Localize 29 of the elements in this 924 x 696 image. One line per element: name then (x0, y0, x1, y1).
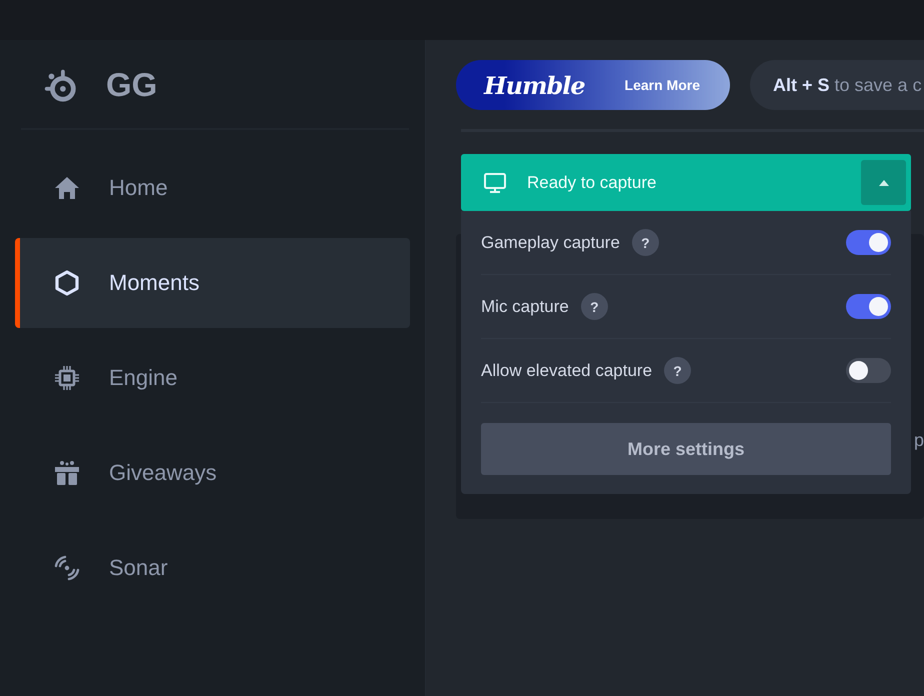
background-text: p (914, 430, 924, 451)
option-label: Mic capture (481, 296, 569, 316)
toggle-switch[interactable] (846, 294, 891, 319)
help-badge[interactable]: ? (664, 357, 692, 384)
option-label: Gameplay capture (481, 232, 620, 252)
promo-banner[interactable]: Humble Learn More (456, 60, 730, 110)
sidebar-item[interactable]: Sonar (15, 523, 410, 613)
gift-icon (53, 459, 81, 487)
option-label: Allow elevated capture (481, 360, 652, 380)
sidebar-item[interactable]: Giveaways (15, 428, 410, 518)
sidebar-item[interactable]: Moments (15, 238, 410, 328)
sidebar-item[interactable]: Home (15, 143, 410, 233)
sidebar-item[interactable]: Engine (15, 333, 410, 423)
hexagon-icon (53, 269, 81, 297)
toggle-switch[interactable] (846, 358, 891, 383)
signal-icon (53, 554, 81, 582)
help-badge[interactable]: ? (632, 229, 659, 256)
caret-icon (878, 178, 890, 186)
home-icon (53, 174, 81, 202)
more-settings-button[interactable]: More settings (481, 423, 891, 475)
help-badge[interactable]: ? (580, 293, 608, 320)
brand-logo-text: Humble (484, 70, 585, 100)
shortcut-hint: Alt + S to save a c (750, 60, 924, 110)
toggle-switch[interactable] (846, 230, 891, 255)
chip-icon (53, 364, 81, 392)
app-logo-text: GG (106, 66, 158, 104)
learn-more-link[interactable]: Learn More (624, 77, 700, 93)
capture-status: Ready to capture (527, 172, 658, 192)
monitor-icon (483, 170, 507, 194)
